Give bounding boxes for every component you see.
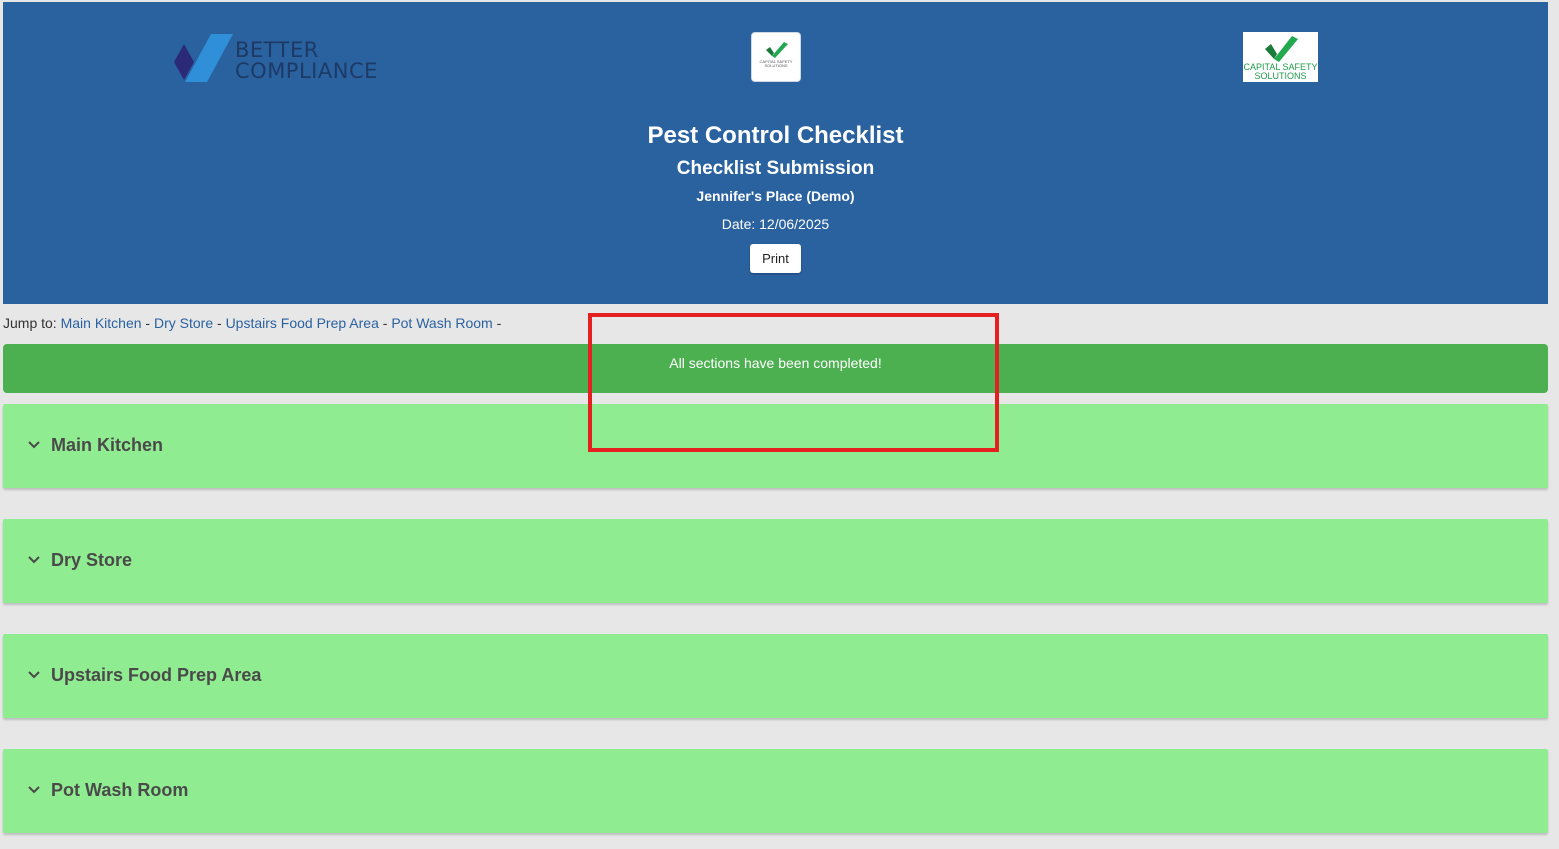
jump-separator: - [217, 315, 222, 331]
capital-safety-small-logo: CAPITAL SAFETY SOLUTIONS [751, 32, 801, 82]
checkmark-icon [766, 42, 788, 58]
logo-text-line2: COMPLIANCE [235, 59, 378, 83]
jump-to-label: Jump to: [3, 315, 57, 331]
page-subtitle: Checklist Submission [676, 158, 875, 179]
section-title: Main Kitchen [51, 435, 164, 455]
section-title: Pot Wash Room [51, 780, 189, 800]
capital-safety-logo: CAPITAL SAFETY SOLUTIONS [1243, 32, 1318, 82]
small-logo-text: CAPITAL SAFETY SOLUTIONS [759, 59, 793, 68]
completion-message: All sections have been completed! [669, 355, 882, 371]
section-upstairs-food-prep-area[interactable]: Upstairs Food Prep Area [3, 634, 1548, 718]
location-name: Jennifer's Place (Demo) [696, 188, 855, 204]
section-dry-store[interactable]: Dry Store [3, 519, 1548, 603]
checkmark-icon [1265, 36, 1298, 62]
section-title: Upstairs Food Prep Area [51, 665, 262, 685]
chevron-down-icon [28, 441, 40, 449]
chevron-down-icon [28, 556, 40, 564]
better-compliance-logo: BETTER COMPLIANCE [171, 32, 381, 88]
section-pot-wash-room[interactable]: Pot Wash Room [3, 749, 1548, 833]
chevron-down-icon [28, 786, 40, 794]
logo-text-line1: BETTER [235, 38, 319, 62]
header: BETTER COMPLIANCE CAPITAL SAFETY SOLUTIO… [3, 2, 1548, 304]
jump-link-pot-wash-room[interactable]: Pot Wash Room [391, 315, 492, 331]
cap-logo-line2: SOLUTIONS [1254, 71, 1307, 81]
jump-separator: - [382, 315, 388, 331]
section-main-kitchen[interactable]: Main Kitchen [3, 404, 1548, 488]
better-compliance-mark-icon [174, 34, 233, 82]
chevron-down-icon [28, 671, 40, 679]
jump-separator: - [145, 315, 151, 331]
section-title: Dry Store [51, 550, 133, 570]
completion-banner: All sections have been completed! [3, 344, 1548, 393]
jump-link-dry-store[interactable]: Dry Store [154, 315, 213, 331]
page-title: Pest Control Checklist [647, 122, 904, 149]
jump-link-upstairs-food-prep-area[interactable]: Upstairs Food Prep Area [226, 315, 379, 331]
jump-separator: - [496, 315, 502, 331]
print-button[interactable]: Print [750, 244, 801, 273]
jump-link-main-kitchen[interactable]: Main Kitchen [61, 315, 142, 331]
submission-date: Date: 12/06/2025 [721, 216, 830, 232]
jump-to-nav: Jump to: Main Kitchen - Dry Store - Upst… [3, 315, 501, 331]
